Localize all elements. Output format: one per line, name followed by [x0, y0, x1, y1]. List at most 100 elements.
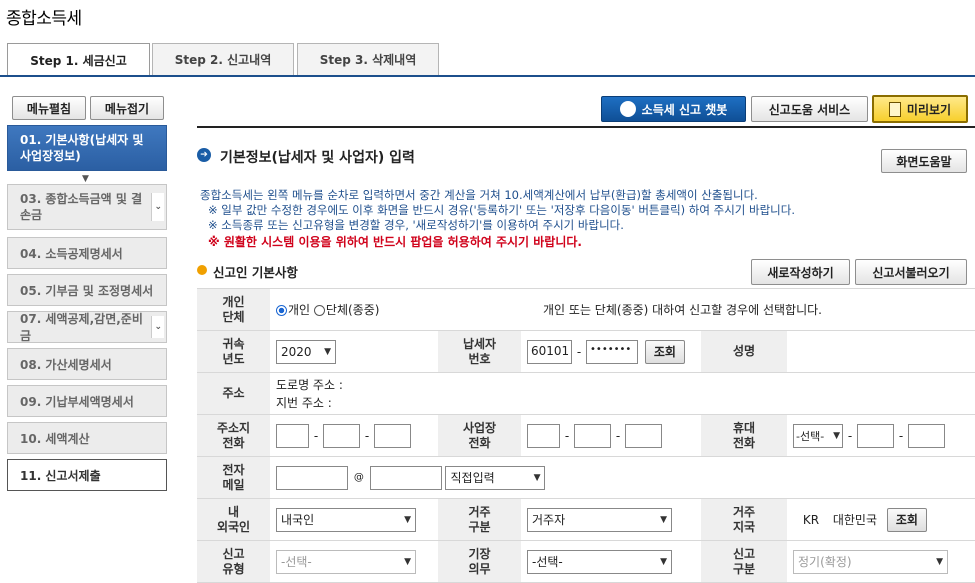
chevron-down-icon[interactable]: ⌄ — [151, 193, 164, 221]
email-domain-input[interactable] — [369, 465, 442, 490]
nationality-label: 내 외국인 — [197, 498, 270, 541]
info-text: ※ 소득종류 또는 신고유형을 변경할 경우, '새로작성하기'를 이용하여 주… — [208, 218, 624, 232]
menu-expand-button[interactable]: 메뉴펼침 — [12, 96, 86, 120]
sidebar-item-deduction[interactable]: 04. 소득공제명세서 — [7, 237, 167, 269]
residence-country-label: 거주 지국 — [701, 498, 788, 541]
sidebar-item-label: 10. 세액계산 — [20, 431, 90, 446]
filer-form: 개인 단체 개인 단체(종중) 개인 또는 단체(종중) 대하여 신고할 경우에… — [197, 288, 975, 583]
sidebar-item-label: 11. 신고서제출 — [20, 468, 101, 483]
filing-class-label: 신고 구분 — [701, 540, 788, 583]
residency-select[interactable]: 거주자 ▼ — [527, 507, 673, 532]
biz-phone-label: 사업장 전화 — [438, 414, 522, 457]
chevron-down-icon: ▼ — [404, 514, 411, 525]
arrow-right-icon: ➔ — [197, 148, 211, 162]
sidebar-item-submit[interactable]: 11. 신고서제출 — [7, 459, 167, 491]
chatbot-button[interactable]: 소득세 신고 챗봇 — [601, 96, 746, 122]
sidebar-item-penalty[interactable]: 08. 가산세명세서 — [7, 348, 167, 380]
email-at-sign: @ — [353, 472, 364, 483]
taxpayer-lookup-button[interactable]: 조회 — [644, 339, 685, 364]
filing-class-select[interactable]: 정기(확정) ▼ — [793, 549, 949, 574]
individual-label: 개인 — [288, 303, 311, 317]
home-phone-label: 주소지 전화 — [197, 414, 270, 457]
chatbot-icon — [619, 101, 636, 117]
load-return-button[interactable]: 신고서불러오기 — [855, 259, 967, 285]
menu-collapse-button[interactable]: 메뉴접기 — [90, 96, 164, 120]
name-value — [787, 330, 975, 373]
radio-group[interactable] — [313, 305, 325, 316]
sidebar-item-tax-credit[interactable]: 07. 세액공제,감면,준비금 ⌄ — [7, 311, 167, 343]
lot-address: 지번 주소 : — [276, 395, 332, 410]
year-select[interactable]: 2020 ▼ — [276, 339, 336, 364]
type-description: 개인 또는 단체(종중) 대하여 신고할 경우에 선택합니다. — [521, 288, 975, 331]
country-lookup-button[interactable]: 조회 — [886, 507, 927, 532]
page-title: 종합소득세 — [6, 9, 82, 29]
sidebar-item-label: 01. 기본사항(납세자 및 사업장정보) — [20, 133, 144, 163]
sidebar-item-prepaid[interactable]: 09. 기납부세액명세서 — [7, 385, 167, 417]
tab-divider — [0, 75, 975, 77]
preview-button[interactable]: 미리보기 — [872, 95, 968, 123]
chevron-down-icon: ▼ — [936, 556, 944, 567]
tab-step1[interactable]: Step 1. 세금신고 — [7, 43, 150, 76]
email-id-input[interactable] — [276, 465, 348, 490]
radio-individual[interactable] — [276, 305, 287, 316]
name-label: 성명 — [701, 330, 788, 373]
bullet-icon — [197, 265, 207, 275]
year-label: 귀속 년도 — [197, 330, 270, 373]
sidebar-item-tax-calc[interactable]: 10. 세액계산 — [7, 422, 167, 454]
filer-section-title: 신고인 기본사항 — [213, 265, 298, 280]
mobile-label: 휴대 전화 — [701, 414, 788, 457]
sidebar-item-donation[interactable]: 05. 기부금 및 조정명세서 — [7, 274, 167, 306]
tab-step2[interactable]: Step 2. 신고내역 — [152, 43, 294, 75]
sidebar-item-income[interactable]: 03. 종합소득금액 및 결손금 ⌄ — [7, 184, 167, 230]
tab-step3[interactable]: Step 3. 삭제내역 — [297, 43, 439, 75]
chevron-down-icon: ▼ — [324, 346, 331, 357]
document-icon — [888, 101, 901, 117]
sidebar-item-label: 05. 기부금 및 조정명세서 — [20, 283, 154, 298]
chevron-down-icon: ▼ — [533, 472, 541, 483]
mobile-2[interactable] — [857, 423, 895, 448]
email-label: 전자 메일 — [197, 456, 270, 499]
address-label: 주소 — [197, 372, 270, 415]
sidebar-item-label: 07. 세액공제,감면,준비금 — [20, 312, 143, 343]
info-text: 종합소득세는 왼쪽 메뉴를 순차로 입력하면서 중간 계산을 거쳐 10.세액계… — [200, 188, 758, 202]
country-code: KR — [802, 512, 820, 527]
sidebar-item-label: 08. 가산세명세서 — [20, 357, 112, 372]
group-label: 단체(종중) — [325, 303, 380, 317]
popup-warning: ※ 원활한 시스템 이용을 위하여 반드시 팝업을 허용하여 주시기 바랍니다. — [208, 235, 582, 249]
filing-type-label: 신고 유형 — [197, 540, 270, 583]
home-phone-2[interactable] — [323, 423, 360, 448]
biz-phone-1[interactable] — [527, 423, 561, 448]
mobile-prefix-select[interactable]: -선택- ▼ — [793, 423, 844, 448]
new-write-button[interactable]: 새로작성하기 — [751, 259, 850, 285]
sidebar-item-label: 09. 기납부세액명세서 — [20, 394, 134, 409]
bookkeeping-select[interactable]: -선택- ▼ — [527, 549, 673, 574]
biz-phone-3[interactable] — [625, 423, 663, 448]
taxpayer-no-label: 납세자 번호 — [438, 330, 522, 373]
preview-label: 미리보기 — [906, 102, 952, 117]
residency-label: 거주 구분 — [438, 498, 522, 541]
type-label: 개인 단체 — [197, 288, 270, 331]
email-domain-select[interactable]: 직접입력 ▼ — [445, 465, 546, 490]
sidebar-item-label: 04. 소득공제명세서 — [20, 246, 123, 261]
mobile-3[interactable] — [908, 423, 946, 448]
chevron-down-icon: ▼ — [833, 430, 841, 441]
sidebar-item-label: 03. 종합소득금액 및 결손금 — [20, 192, 143, 222]
taxpayer-no-back-input[interactable]: ••••••• — [586, 339, 639, 364]
chatbot-label: 소득세 신고 챗봇 — [641, 102, 728, 117]
home-phone-1[interactable] — [276, 423, 309, 448]
country-name: 대한민국 — [832, 513, 878, 527]
bookkeeping-label: 기장 의무 — [438, 540, 522, 583]
filing-type-select[interactable]: -선택- ▼ — [276, 549, 416, 574]
triangle-down-icon: ▼ — [82, 174, 89, 184]
road-address: 도로명 주소 : — [276, 377, 343, 392]
chevron-down-icon[interactable]: ⌄ — [151, 316, 164, 338]
screen-help-button[interactable]: 화면도움말 — [881, 149, 967, 173]
home-phone-3[interactable] — [374, 423, 411, 448]
nationality-select[interactable]: 내국인 ▼ — [276, 507, 416, 532]
biz-phone-2[interactable] — [574, 423, 612, 448]
info-text: ※ 일부 값만 수정한 경우에도 이후 화면을 반드시 경유('등록하기' 또는… — [208, 203, 795, 217]
content-divider — [197, 126, 975, 128]
sidebar-item-basic-info[interactable]: 01. 기본사항(납세자 및 사업장정보) — [7, 125, 167, 171]
taxpayer-no-front-input[interactable]: 60101 — [527, 339, 573, 364]
help-service-button[interactable]: 신고도움 서비스 — [751, 96, 868, 122]
